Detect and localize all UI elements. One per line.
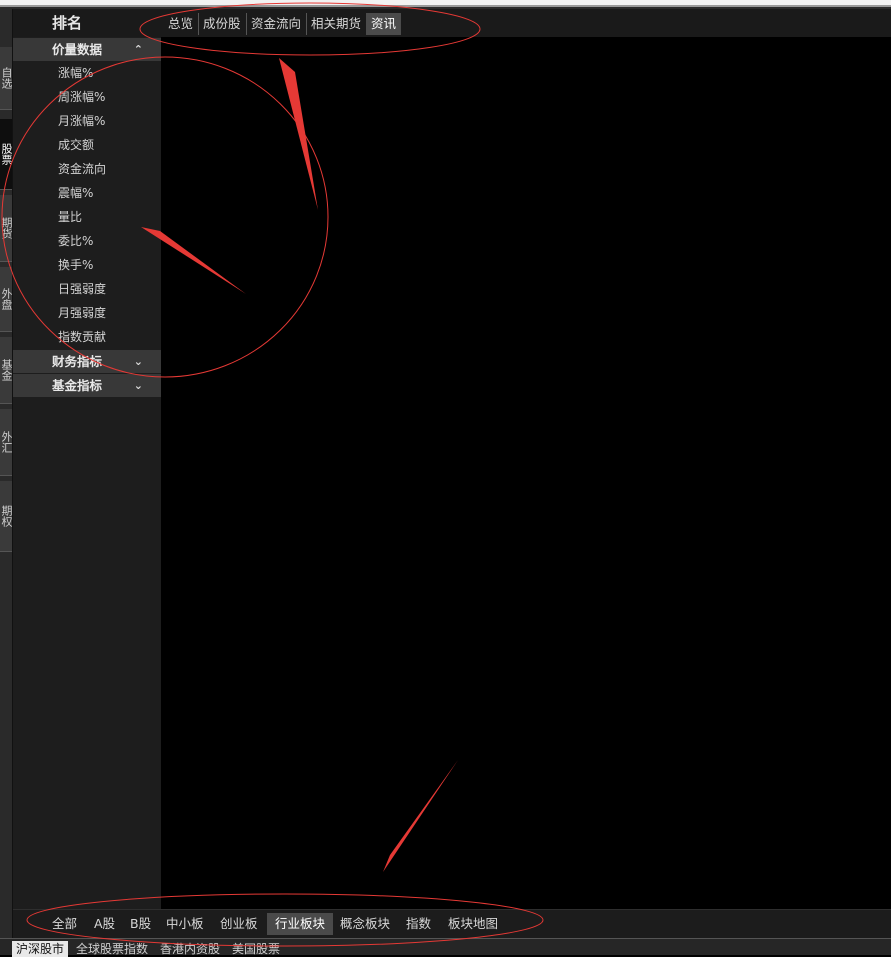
chevron-down-icon: ⌄ xyxy=(133,379,143,392)
tab-all[interactable]: 全部 xyxy=(44,913,85,935)
bottom-category-bar: 全部 A股 B股 中小板 创业板 行业板块 概念板块 指数 板块地图 xyxy=(13,909,891,938)
rail-tab-forex[interactable]: 外汇 xyxy=(0,409,12,476)
tab-concept-sectors[interactable]: 概念板块 xyxy=(332,913,398,935)
main-content-area xyxy=(161,37,891,909)
tab-industry-sectors[interactable]: 行业板块 xyxy=(267,913,334,935)
sidebar-item-fund-flow[interactable]: 资金流向 xyxy=(13,157,161,181)
sidebar-item-order-ratio[interactable]: 委比% xyxy=(13,229,161,253)
tab-overview[interactable]: 总览 xyxy=(163,13,200,35)
tab-global-indices[interactable]: 全球股票指数 xyxy=(72,941,152,957)
tab-chinext[interactable]: 创业板 xyxy=(212,913,266,935)
sidebar-item-daily-strength[interactable]: 日强弱度 xyxy=(13,277,161,301)
tab-fund-flow[interactable]: 资金流向 xyxy=(246,13,308,35)
sidebar-item-turnover-rate[interactable]: 换手% xyxy=(13,253,161,277)
section-financial-indicators[interactable]: 财务指标 ⌄ xyxy=(13,350,161,373)
sidebar-item-volume-ratio[interactable]: 量比 xyxy=(13,205,161,229)
tab-a-shares[interactable]: A股 xyxy=(86,913,123,935)
sidebar-item-index-contribution[interactable]: 指数贡献 xyxy=(13,325,161,349)
tab-sector-map[interactable]: 板块地图 xyxy=(440,913,506,935)
chevron-down-icon: ⌄ xyxy=(133,355,143,368)
chevron-up-icon: ⌃ xyxy=(133,43,143,56)
ranking-sidebar: 排名 价量数据 ⌃ 涨幅% 周涨幅% 月涨幅% 成交额 资金流向 震幅% 量比 … xyxy=(13,9,161,909)
sidebar-item-monthly-change[interactable]: 月涨幅% xyxy=(13,109,161,133)
left-vertical-rail: 自选 股票 期货 外盘 基金 外汇 期权 xyxy=(0,9,13,944)
sidebar-item-turnover-amount[interactable]: 成交额 xyxy=(13,133,161,157)
tab-sh-sz-market[interactable]: 沪深股市 xyxy=(12,941,69,957)
top-tab-bar: 总览 成份股 资金流向 相关期货 资讯 xyxy=(161,9,891,37)
tab-sme-board[interactable]: 中小板 xyxy=(158,913,212,935)
sidebar-item-weekly-change[interactable]: 周涨幅% xyxy=(13,85,161,109)
rail-tab-stocks[interactable]: 股票 xyxy=(0,119,12,190)
tab-indices[interactable]: 指数 xyxy=(398,913,439,935)
sidebar-item-amplitude[interactable]: 震幅% xyxy=(13,181,161,205)
tab-b-shares[interactable]: B股 xyxy=(122,913,159,935)
section-label: 财务指标 xyxy=(52,354,103,369)
section-fund-indicators[interactable]: 基金指标 ⌄ xyxy=(13,374,161,397)
tab-news[interactable]: 资讯 xyxy=(366,13,402,35)
rail-tab-futures[interactable]: 期货 xyxy=(0,195,12,262)
rail-tab-funds[interactable]: 基金 xyxy=(0,337,12,404)
sidebar-item-monthly-strength[interactable]: 月强弱度 xyxy=(13,301,161,325)
section-price-volume[interactable]: 价量数据 ⌃ xyxy=(13,38,161,61)
rail-tab-options[interactable]: 期权 xyxy=(0,481,12,552)
rail-tab-foreign[interactable]: 外盘 xyxy=(0,267,12,332)
sidebar-item-change-pct[interactable]: 涨幅% xyxy=(13,61,161,85)
tab-constituents[interactable]: 成份股 xyxy=(198,13,247,35)
sidebar-title: 排名 xyxy=(13,9,161,37)
window-top-edge xyxy=(0,0,891,9)
tab-hk-mainland-shares[interactable]: 香港内资股 xyxy=(156,941,224,957)
rail-tab-watchlist[interactable]: 自选 xyxy=(0,47,12,110)
section-label: 价量数据 xyxy=(52,42,103,57)
tab-us-stocks[interactable]: 美国股票 xyxy=(228,941,284,957)
market-status-bar: 沪深股市 全球股票指数 香港内资股 美国股票 xyxy=(0,938,891,957)
section-label: 基金指标 xyxy=(52,378,103,393)
tab-related-futures[interactable]: 相关期货 xyxy=(306,13,366,35)
